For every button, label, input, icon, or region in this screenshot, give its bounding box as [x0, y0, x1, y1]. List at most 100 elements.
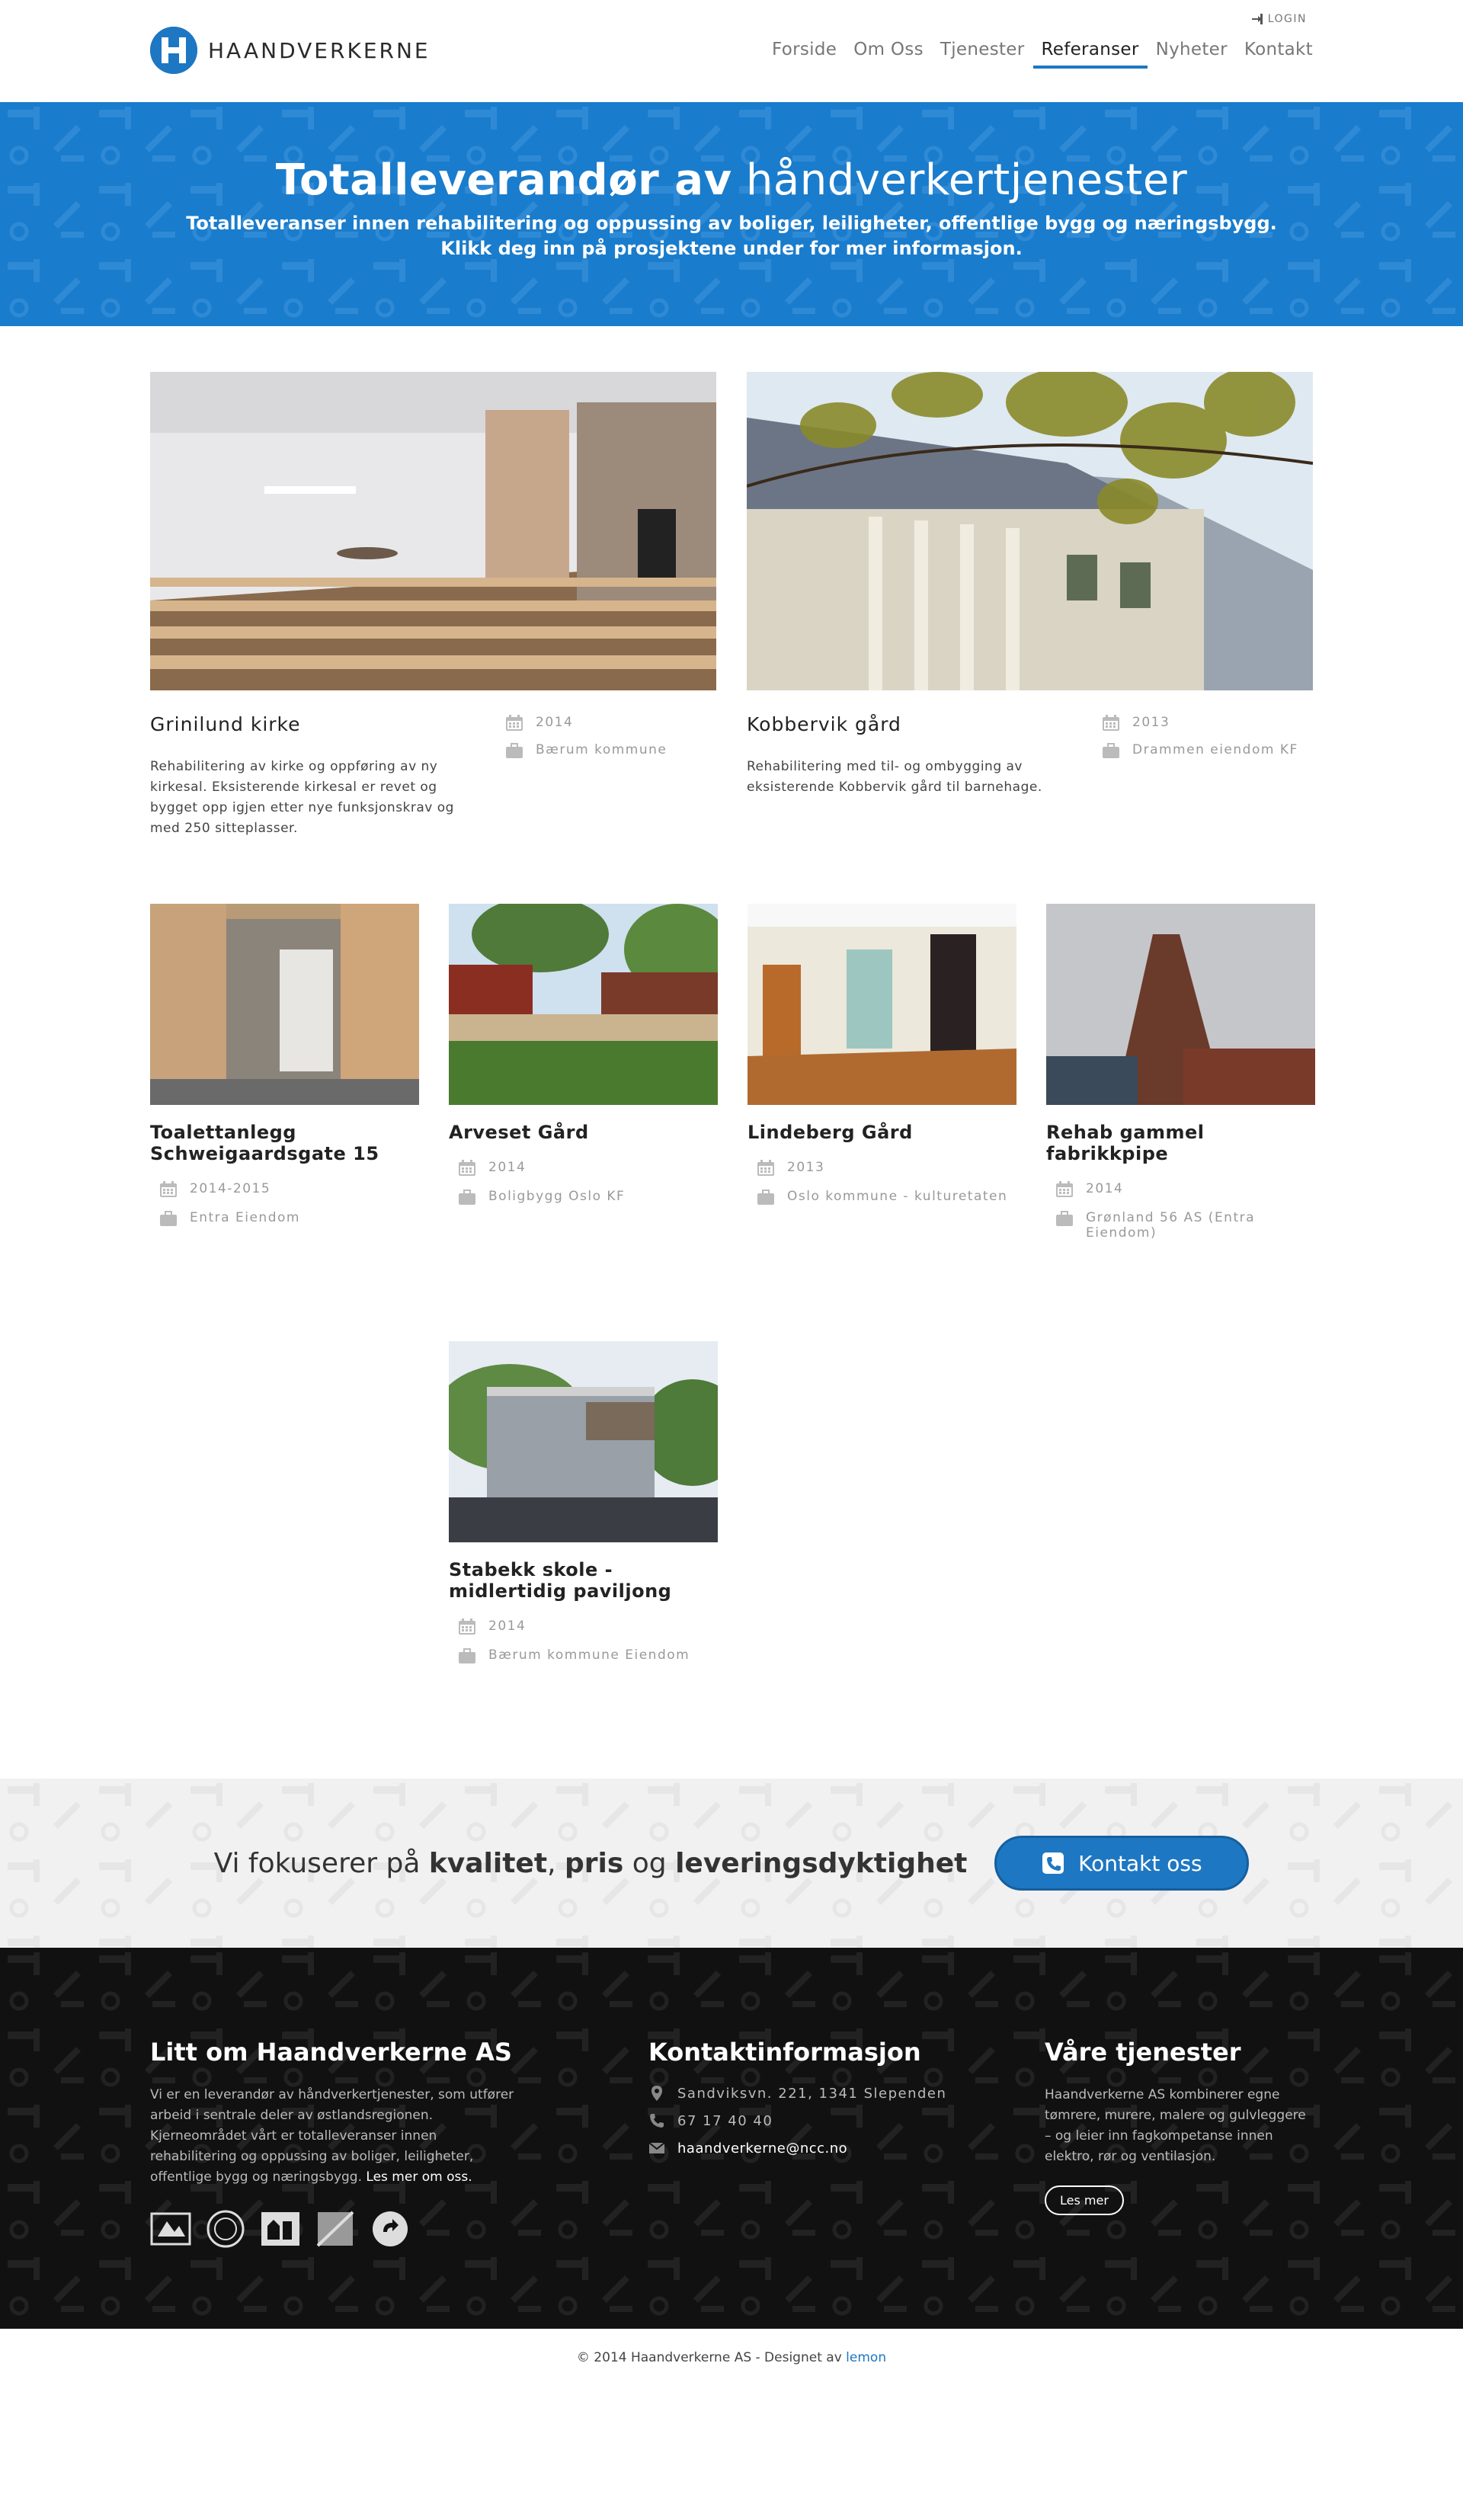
nav-nyheter[interactable]: Nyheter	[1148, 40, 1236, 69]
footer-about: Litt om Haandverkerne AS Vi er en levera…	[150, 2038, 648, 2249]
small-references: Toalettanlegg Schweigaardsgate 15 2014-2…	[150, 904, 1315, 1779]
contact-us-button[interactable]: Kontakt oss	[994, 1836, 1250, 1891]
phone-icon	[1042, 1852, 1064, 1874]
services-read-more-button[interactable]: Les mer	[1045, 2185, 1124, 2215]
farm-buildings-image[interactable]	[449, 904, 718, 1105]
briefcase-icon	[459, 1648, 475, 1663]
reference-title[interactable]: Lindeberg Gård	[748, 1122, 1016, 1143]
certification-badges	[150, 2209, 648, 2249]
briefcase-icon	[459, 1190, 475, 1205]
sign-in-icon	[1251, 14, 1263, 24]
calendar-icon	[757, 1160, 774, 1176]
calendar-icon	[1056, 1181, 1073, 1197]
login-link[interactable]: LOGIN	[1251, 13, 1307, 25]
calendar-icon	[459, 1160, 475, 1176]
login-label: LOGIN	[1267, 13, 1307, 25]
envelope-icon	[648, 2142, 665, 2153]
site-header: HAANDVERKERNE LOGIN Forside Om Oss Tjene…	[0, 0, 1463, 102]
toilet-facility-image[interactable]	[150, 904, 419, 1105]
calendar-icon	[1103, 715, 1119, 731]
footer-about-text: Vi er en leverandør av håndverkertjenest…	[150, 2087, 514, 2185]
contact-address: Sandviksvn. 221, 1341 Slependen	[648, 2085, 1045, 2102]
reference-card[interactable]: Stabekk skole - midlertidig paviljong 20…	[449, 1341, 718, 1779]
hero-banner: Totalleverandør av håndverkertjenester T…	[0, 102, 1463, 326]
reference-client: Entra Eiendom	[190, 1210, 300, 1225]
reference-card[interactable]: Kobbervik gård Rehabilitering med til- o…	[747, 372, 1313, 904]
reference-title[interactable]: Grinilund kirke	[150, 713, 505, 735]
contact-email[interactable]: haandverkerne@ncc.no	[648, 2140, 1045, 2157]
reference-year: 2014	[488, 1619, 527, 1634]
reference-title[interactable]: Stabekk skole - midlertidig paviljong	[449, 1559, 718, 1602]
reference-card[interactable]: Grinilund kirke Rehabilitering av kirke …	[150, 372, 716, 904]
footer-about-title: Litt om Haandverkerne AS	[150, 2038, 512, 2067]
reference-title[interactable]: Arveset Gård	[449, 1122, 718, 1143]
certification-badge-icon	[150, 2212, 191, 2246]
reference-client: Drammen eiendom KF	[1132, 742, 1298, 757]
nav-om-oss[interactable]: Om Oss	[845, 40, 932, 69]
briefcase-icon	[506, 743, 523, 758]
main-nav: Forside Om Oss Tjenester Referanser Nyhe…	[764, 40, 1313, 69]
about-read-more-link[interactable]: Les mer om oss.	[366, 2169, 472, 2185]
reference-meta: 2014 Grønland 56 AS (Entra Eiendom)	[1046, 1181, 1315, 1241]
school-pavilion-image[interactable]	[449, 1341, 718, 1542]
briefcase-icon	[1056, 1211, 1073, 1226]
footer-services-title: Våre tjenester	[1045, 2038, 1241, 2067]
footer-contact-title: Kontaktinformasjon	[648, 2038, 921, 2067]
reference-meta: 2013 Drammen eiendom KF	[1102, 713, 1298, 798]
nav-forside[interactable]: Forside	[764, 40, 845, 69]
seal-badge-icon	[206, 2210, 245, 2248]
footer-services-text: Haandverkerne AS kombinerer egne tømrere…	[1045, 2087, 1306, 2164]
reference-year: 2013	[787, 1160, 825, 1175]
reference-description: Rehabilitering med til- og ombygging av …	[747, 759, 1042, 795]
designer-link[interactable]: lemon	[846, 2350, 886, 2365]
building-badge-icon	[261, 2212, 299, 2246]
reference-card[interactable]: Rehab gammel fabrikkpipe 2014 Grønland 5…	[1046, 904, 1315, 1341]
nav-kontakt[interactable]: Kontakt	[1236, 40, 1313, 69]
contact-phone[interactable]: 67 17 40 40	[648, 2112, 1045, 2129]
reference-meta: 2014 Bærum kommune	[505, 713, 667, 839]
reference-client: Bærum kommune	[536, 742, 667, 757]
reference-meta: 2014-2015 Entra Eiendom	[150, 1181, 419, 1227]
reference-year: 2013	[1132, 715, 1170, 730]
hero-subtitle: Totalleveranser innen rehabilitering og …	[186, 213, 1277, 259]
factory-chimney-image[interactable]	[1046, 904, 1315, 1105]
briefcase-icon	[1103, 743, 1119, 758]
manor-house-image[interactable]	[747, 372, 1313, 690]
briefcase-icon	[160, 1211, 177, 1226]
logo-text: HAANDVERKERNE	[208, 37, 431, 63]
hero-title: Totalleverandør av håndverkertjenester	[275, 155, 1188, 205]
nav-tjenester[interactable]: Tjenester	[932, 40, 1033, 69]
footer-services: Våre tjenester Haandverkerne AS kombiner…	[1045, 2038, 1313, 2249]
briefcase-icon	[757, 1190, 774, 1205]
reference-year: 2014	[536, 715, 574, 730]
phone-icon	[650, 2114, 664, 2128]
large-references: Grinilund kirke Rehabilitering av kirke …	[150, 326, 1313, 904]
reference-title[interactable]: Rehab gammel fabrikkpipe	[1046, 1122, 1315, 1164]
reference-year: 2014-2015	[190, 1181, 271, 1196]
logo-icon	[150, 27, 197, 74]
reference-card[interactable]: Toalettanlegg Schweigaardsgate 15 2014-2…	[150, 904, 419, 1341]
logo[interactable]: HAANDVERKERNE	[150, 27, 431, 74]
interior-room-image[interactable]	[748, 904, 1016, 1105]
reference-meta: 2014 Bærum kommune Eiendom	[449, 1619, 718, 1664]
calendar-icon	[506, 715, 523, 731]
reference-client: Oslo kommune - kulturetaten	[787, 1189, 1008, 1204]
reference-title[interactable]: Toalettanlegg Schweigaardsgate 15	[150, 1122, 419, 1164]
footer-contact: Kontaktinformasjon Sandviksvn. 221, 1341…	[648, 2038, 1045, 2249]
reference-meta: 2013 Oslo kommune - kulturetaten	[748, 1160, 1016, 1206]
reference-card[interactable]: Lindeberg Gård 2013 Oslo kommune - kultu…	[748, 904, 1016, 1341]
contact-us-label: Kontakt oss	[1078, 1850, 1202, 1876]
reference-title[interactable]: Kobbervik gård	[747, 713, 1102, 735]
calendar-icon	[459, 1619, 475, 1635]
reference-year: 2014	[488, 1160, 527, 1175]
reference-card[interactable]: Arveset Gård 2014 Boligbygg Oslo KF	[449, 904, 718, 1341]
reference-client: Grønland 56 AS (Entra Eiendom)	[1086, 1210, 1256, 1241]
reference-client: Boligbygg Oslo KF	[488, 1189, 626, 1204]
reference-client: Bærum kommune Eiendom	[488, 1647, 690, 1663]
reference-meta: 2014 Boligbygg Oslo KF	[449, 1160, 718, 1206]
church-interior-image[interactable]	[150, 372, 716, 690]
reference-description: Rehabilitering av kirke og oppføring av …	[150, 759, 454, 836]
reference-year: 2014	[1086, 1181, 1124, 1196]
nav-referanser[interactable]: Referanser	[1032, 40, 1148, 69]
cta-band: Vi fokuserer på kvalitet, pris og leveri…	[0, 1779, 1463, 1948]
